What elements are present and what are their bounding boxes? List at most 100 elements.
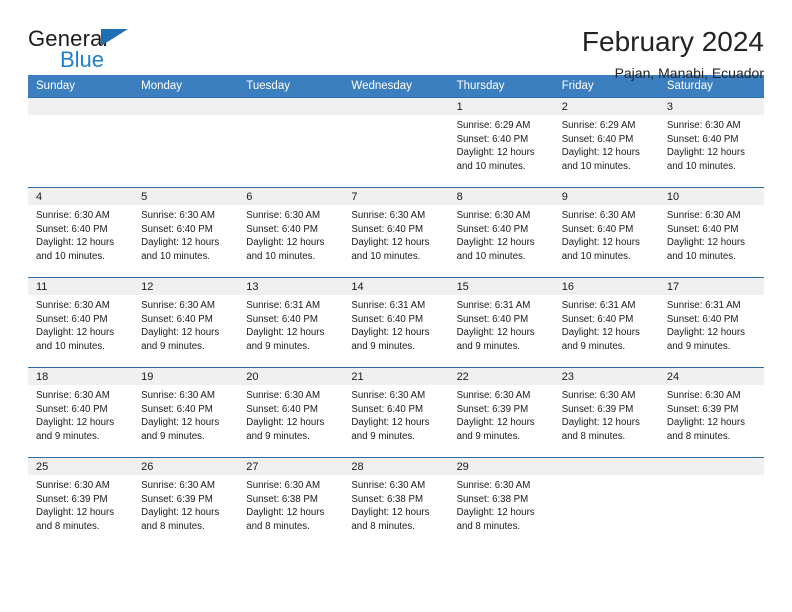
calendar-day-cell[interactable]: 11 Sunrise: 6:30 AM Sunset: 6:40 PM Dayligh… <box>28 277 134 368</box>
sunset-text: Sunset: 6:40 PM <box>246 223 318 235</box>
calendar-day-cell[interactable]: 27 Sunrise: 6:30 AM Sunset: 6:38 PM Dayligh… <box>238 457 344 548</box>
sunrise-text: Sunrise: 6:29 AM <box>561 120 636 131</box>
sunset-text: Sunset: 6:40 PM <box>561 133 634 145</box>
sunset-text: Sunset: 6:40 PM <box>246 313 318 325</box>
daylight-text-line2: and 9 minutes. <box>246 430 310 442</box>
day-details: Sunrise: 6:30 AM Sunset: 6:38 PM Daylight:… <box>343 475 448 533</box>
calendar-day-cell[interactable]: 7 Sunrise: 6:30 AM Sunset: 6:40 PM Daylight… <box>343 187 449 278</box>
daylight-text-line1: Daylight: 12 hours <box>456 507 535 519</box>
calendar-day-cell[interactable]: 14 Sunrise: 6:31 AM Sunset: 6:40 PM Dayligh… <box>343 277 449 368</box>
day-details: Sunrise: 6:29 AM Sunset: 6:40 PM Daylight:… <box>554 115 659 173</box>
daylight-text-line1: Daylight: 12 hours <box>246 237 325 249</box>
day-details: Sunrise: 6:30 AM Sunset: 6:39 PM Daylight:… <box>28 475 133 533</box>
daylight-text-line1: Daylight: 12 hours <box>561 327 640 339</box>
calendar-day-cell[interactable]: 25 Sunrise: 6:30 AM Sunset: 6:39 PM Dayligh… <box>28 457 134 548</box>
day-number <box>658 458 764 475</box>
daylight-text-line1: Daylight: 12 hours <box>36 417 115 429</box>
calendar-day-cell[interactable]: 8 Sunrise: 6:30 AM Sunset: 6:40 PM Daylight… <box>448 187 554 278</box>
sunrise-text: Sunrise: 6:31 AM <box>456 300 531 311</box>
sunset-text: Sunset: 6:40 PM <box>456 223 529 235</box>
sunset-text: Sunset: 6:40 PM <box>36 223 108 235</box>
calendar-day-cell[interactable]: 16 Sunrise: 6:31 AM Sunset: 6:40 PM Dayligh… <box>553 277 659 368</box>
daylight-text-line2: and 9 minutes. <box>141 340 205 352</box>
calendar-day-cell[interactable]: 1 Sunrise: 6:29 AM Sunset: 6:40 PM Daylight… <box>448 97 554 188</box>
daylight-text-line1: Daylight: 12 hours <box>351 417 430 429</box>
calendar-day-cell[interactable]: 9 Sunrise: 6:30 AM Sunset: 6:40 PM Daylight… <box>553 187 659 278</box>
calendar-day-cell[interactable]: 15 Sunrise: 6:31 AM Sunset: 6:40 PM Dayligh… <box>448 277 554 368</box>
daylight-text-line1: Daylight: 12 hours <box>246 417 325 429</box>
daylight-text-line1: Daylight: 12 hours <box>141 237 220 249</box>
calendar-day-cell[interactable]: 28 Sunrise: 6:30 AM Sunset: 6:38 PM Dayligh… <box>343 457 449 548</box>
calendar-day-cell[interactable]: 4 Sunrise: 6:30 AM Sunset: 6:40 PM Daylight… <box>28 187 134 278</box>
calendar-day-cell[interactable]: 5 Sunrise: 6:30 AM Sunset: 6:40 PM Daylight… <box>133 187 239 278</box>
calendar-day-cell[interactable]: 13 Sunrise: 6:31 AM Sunset: 6:40 PM Dayligh… <box>238 277 344 368</box>
sunset-text: Sunset: 6:38 PM <box>351 493 424 505</box>
calendar-week-row: 4 Sunrise: 6:30 AM Sunset: 6:40 PM Daylight… <box>28 187 764 278</box>
sunset-text: Sunset: 6:40 PM <box>141 223 213 235</box>
day-number: 1 <box>448 98 554 115</box>
daylight-text-line1: Daylight: 12 hours <box>666 147 745 159</box>
calendar-cell-empty <box>658 457 764 548</box>
calendar-day-cell[interactable]: 19 Sunrise: 6:30 AM Sunset: 6:40 PM Dayligh… <box>133 367 239 458</box>
daylight-text-line1: Daylight: 12 hours <box>246 507 325 519</box>
sunrise-text: Sunrise: 6:30 AM <box>456 390 531 401</box>
sunset-text: Sunset: 6:40 PM <box>141 313 213 325</box>
calendar-day-cell[interactable]: 18 Sunrise: 6:30 AM Sunset: 6:40 PM Dayligh… <box>28 367 134 458</box>
sunset-text: Sunset: 6:40 PM <box>36 313 108 325</box>
day-details: Sunrise: 6:30 AM Sunset: 6:40 PM Daylight:… <box>238 385 343 443</box>
daylight-text-line1: Daylight: 12 hours <box>246 327 325 339</box>
calendar-day-cell[interactable]: 20 Sunrise: 6:30 AM Sunset: 6:40 PM Dayligh… <box>238 367 344 458</box>
day-number: 9 <box>553 188 659 205</box>
calendar-day-cell[interactable]: 23 Sunrise: 6:30 AM Sunset: 6:39 PM Dayligh… <box>553 367 659 458</box>
sunset-text: Sunset: 6:40 PM <box>246 403 318 415</box>
daylight-text-line2: and 9 minutes. <box>456 340 521 352</box>
sunset-text: Sunset: 6:39 PM <box>456 403 529 415</box>
calendar-day-cell[interactable]: 21 Sunrise: 6:30 AM Sunset: 6:40 PM Dayligh… <box>343 367 449 458</box>
day-number <box>28 98 134 115</box>
daylight-text-line2: and 9 minutes. <box>351 340 415 352</box>
logo-triangle-icon <box>101 29 128 46</box>
sunrise-text: Sunrise: 6:30 AM <box>36 480 110 491</box>
daylight-text-line2: and 10 minutes. <box>666 250 736 262</box>
day-number: 23 <box>553 368 659 385</box>
sunset-text: Sunset: 6:39 PM <box>561 403 634 415</box>
calendar-day-cell[interactable]: 12 Sunrise: 6:30 AM Sunset: 6:40 PM Dayligh… <box>133 277 239 368</box>
calendar-day-cell[interactable]: 2 Sunrise: 6:29 AM Sunset: 6:40 PM Daylight… <box>553 97 659 188</box>
daylight-text-line1: Daylight: 12 hours <box>141 507 220 519</box>
daylight-text-line1: Daylight: 12 hours <box>141 417 220 429</box>
sunset-text: Sunset: 6:40 PM <box>561 223 634 235</box>
sunrise-text: Sunrise: 6:30 AM <box>351 210 426 221</box>
day-details: Sunrise: 6:31 AM Sunset: 6:40 PM Daylight:… <box>343 295 448 353</box>
day-number: 3 <box>658 98 764 115</box>
calendar-day-cell[interactable]: 29 Sunrise: 6:30 AM Sunset: 6:38 PM Dayligh… <box>448 457 554 548</box>
sunset-text: Sunset: 6:40 PM <box>141 403 213 415</box>
day-number: 21 <box>343 368 449 385</box>
calendar-week-row: 1 Sunrise: 6:29 AM Sunset: 6:40 PM Daylight… <box>28 97 764 188</box>
calendar-day-cell[interactable]: 22 Sunrise: 6:30 AM Sunset: 6:39 PM Dayligh… <box>448 367 554 458</box>
daylight-text-line2: and 8 minutes. <box>456 520 521 532</box>
sunrise-text: Sunrise: 6:30 AM <box>246 480 321 491</box>
sunrise-text: Sunrise: 6:30 AM <box>36 390 110 401</box>
calendar-day-cell[interactable]: 6 Sunrise: 6:30 AM Sunset: 6:40 PM Daylight… <box>238 187 344 278</box>
calendar-day-cell[interactable]: 24 Sunrise: 6:30 AM Sunset: 6:39 PM Dayligh… <box>658 367 764 458</box>
day-number <box>238 98 344 115</box>
day-number: 6 <box>238 188 344 205</box>
page-header: General Blue February 2024 Pajan, Manabi… <box>28 0 764 81</box>
sunrise-text: Sunrise: 6:30 AM <box>456 210 531 221</box>
calendar-day-cell[interactable]: 10 Sunrise: 6:30 AM Sunset: 6:40 PM Dayligh… <box>658 187 764 278</box>
calendar-day-cell[interactable]: 3 Sunrise: 6:30 AM Sunset: 6:40 PM Daylight… <box>658 97 764 188</box>
day-details: Sunrise: 6:31 AM Sunset: 6:40 PM Daylight:… <box>659 295 764 353</box>
day-number: 17 <box>658 278 764 295</box>
daylight-text-line1: Daylight: 12 hours <box>351 327 430 339</box>
sunset-text: Sunset: 6:38 PM <box>456 493 529 505</box>
day-number: 20 <box>238 368 344 385</box>
daylight-text-line1: Daylight: 12 hours <box>351 507 430 519</box>
daylight-text-line1: Daylight: 12 hours <box>141 327 220 339</box>
sunrise-text: Sunrise: 6:29 AM <box>456 120 531 131</box>
calendar-day-cell[interactable]: 26 Sunrise: 6:30 AM Sunset: 6:39 PM Dayligh… <box>133 457 239 548</box>
sunrise-text: Sunrise: 6:30 AM <box>561 210 636 221</box>
daylight-text-line1: Daylight: 12 hours <box>666 327 745 339</box>
daylight-text-line1: Daylight: 12 hours <box>36 237 115 249</box>
calendar-day-cell[interactable]: 17 Sunrise: 6:31 AM Sunset: 6:40 PM Dayligh… <box>658 277 764 368</box>
day-details: Sunrise: 6:30 AM Sunset: 6:38 PM Daylight:… <box>449 475 554 533</box>
